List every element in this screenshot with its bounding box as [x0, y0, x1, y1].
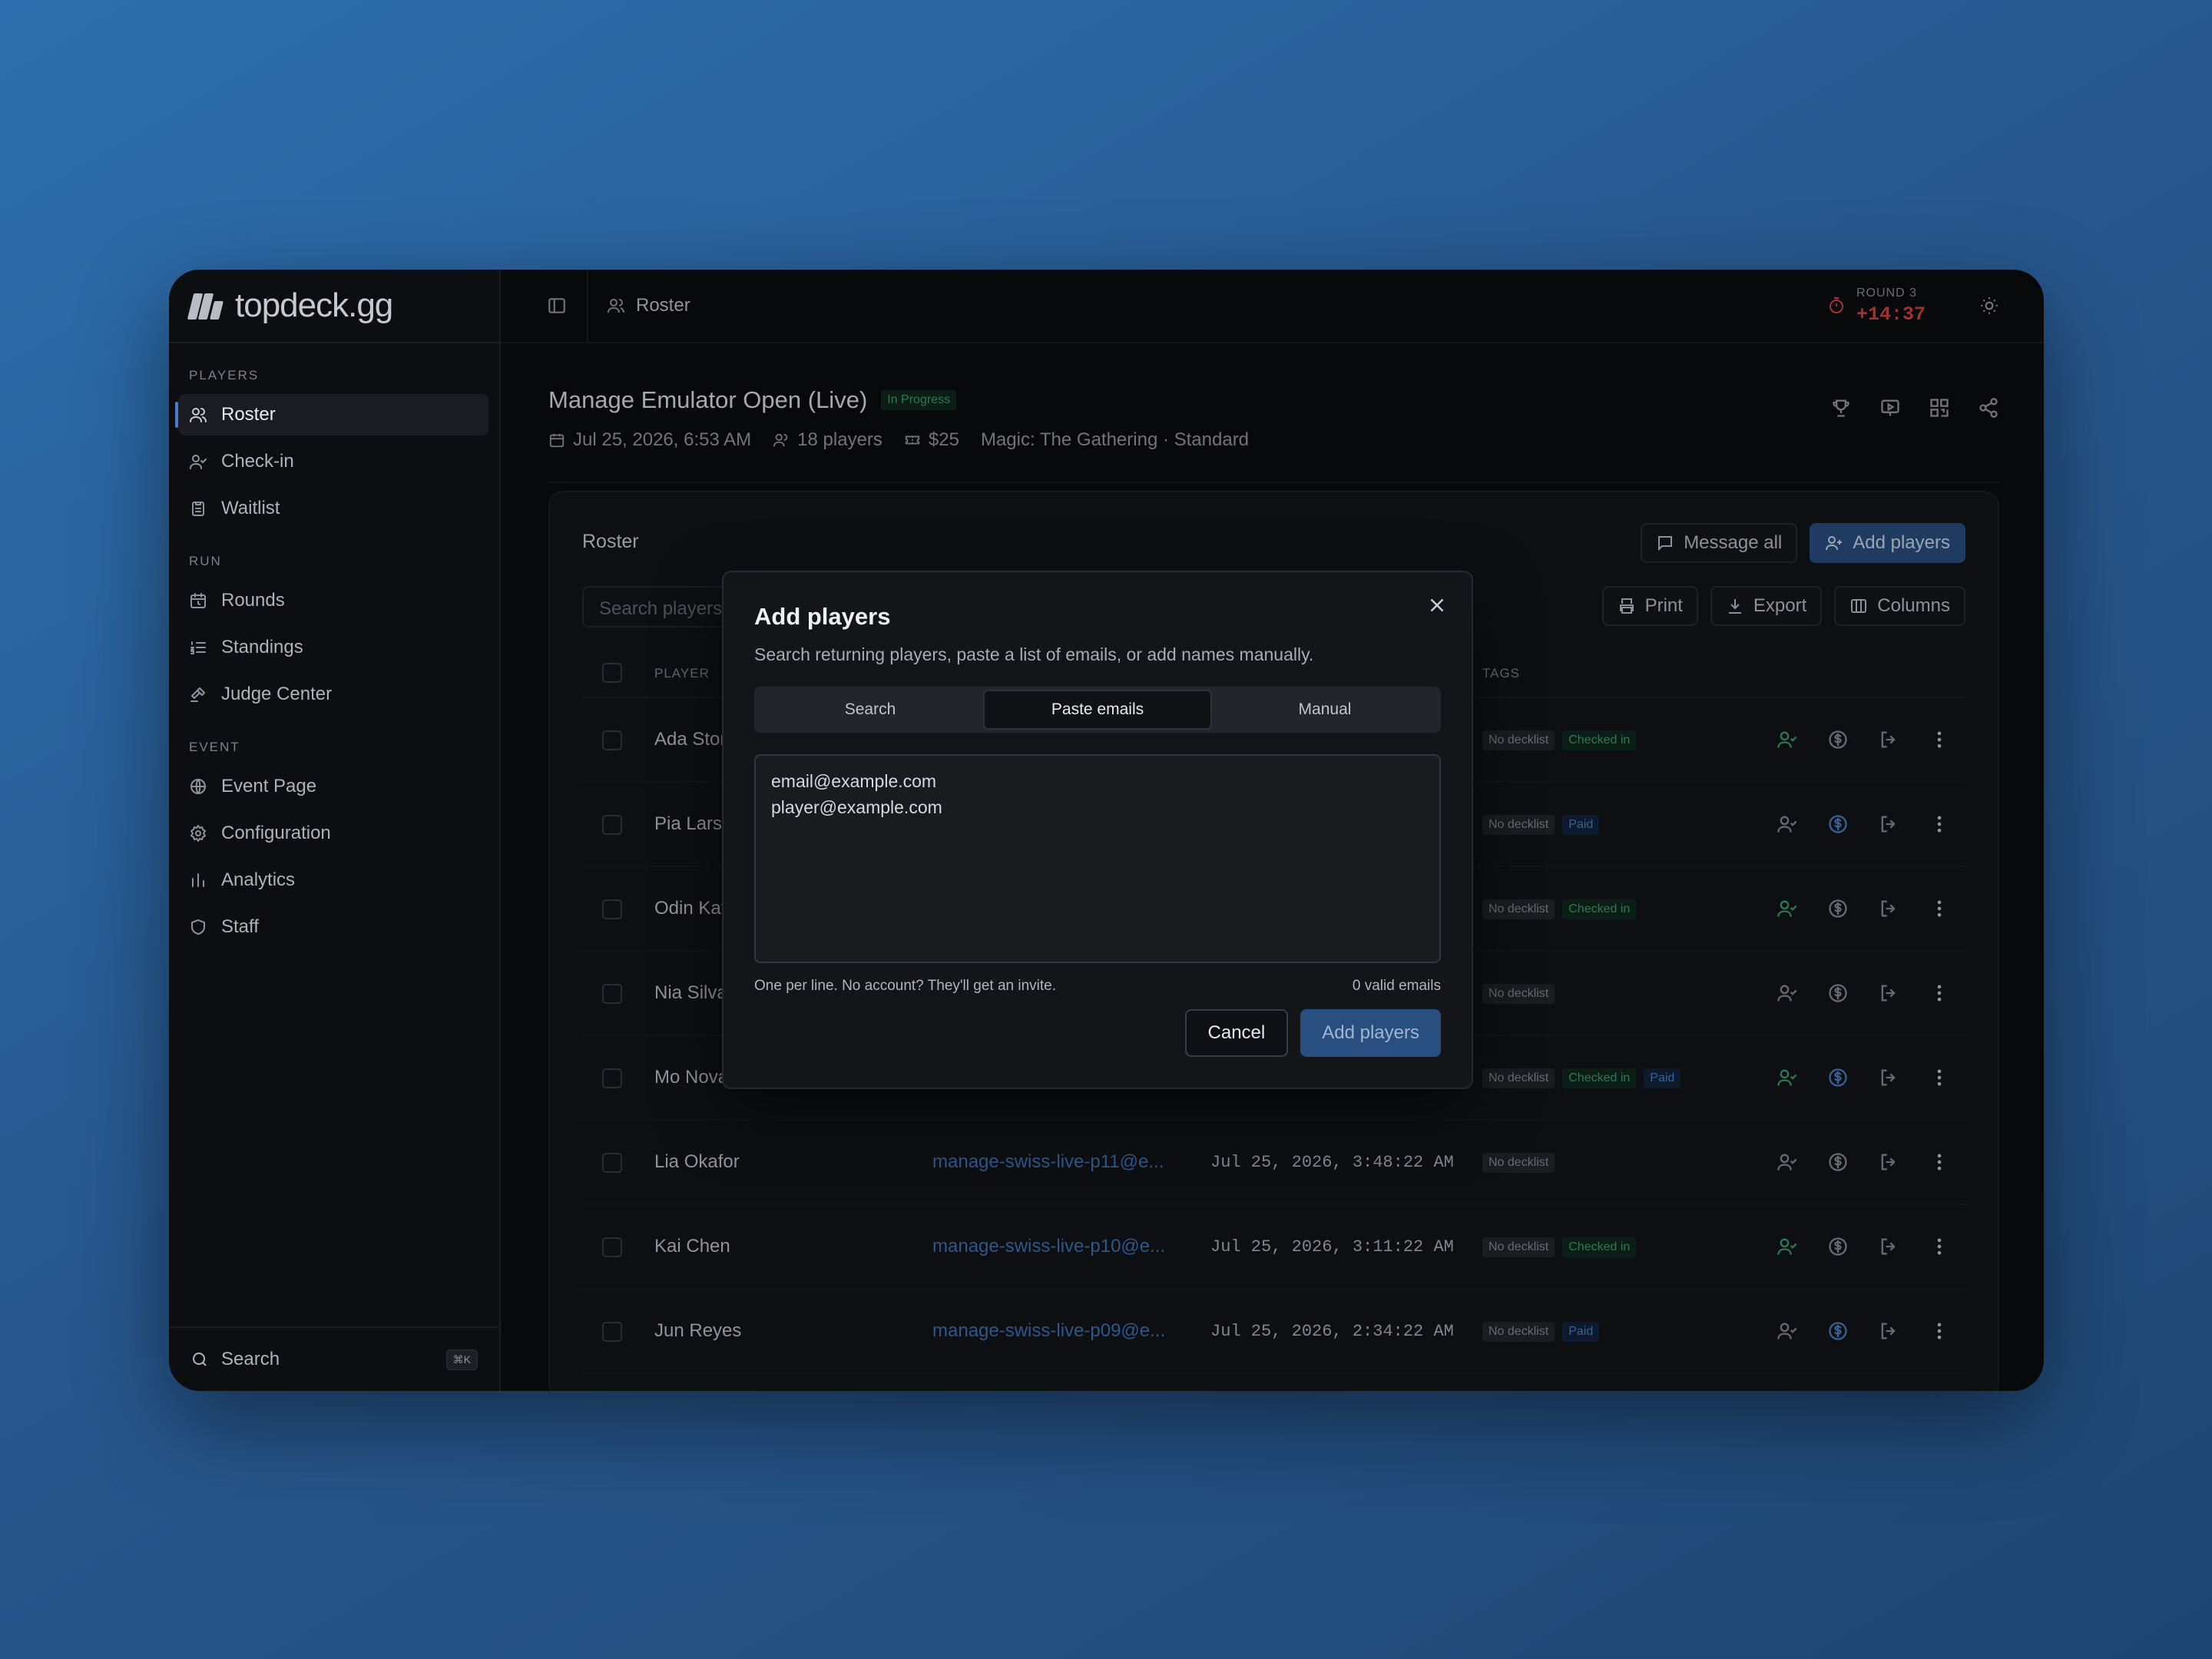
emails-textarea[interactable]: [754, 754, 1441, 963]
sidebar-item-label: Waitlist: [221, 498, 280, 518]
sidebar-item-roster[interactable]: Roster: [175, 394, 488, 435]
submit-add-players-button[interactable]: Add players: [1300, 1009, 1441, 1057]
sidebar-section-run: RUN: [189, 554, 222, 568]
sidebar-item-standings[interactable]: Standings: [178, 627, 488, 668]
sidebar-item-label: Configuration: [221, 823, 331, 843]
sidebar-item-label: Judge Center: [221, 684, 333, 704]
sidebar-item-analytics[interactable]: Analytics: [178, 859, 488, 901]
tab-search[interactable]: Search: [757, 690, 983, 730]
sidebar-nav: PLAYERS Roster Check-in Waitlist RUN Rounds St…: [169, 368, 499, 948]
shortcut-badge: ⌘K: [445, 1349, 478, 1370]
sidebar-search-label: Search: [221, 1349, 280, 1369]
sidebar-item-waitlist[interactable]: Waitlist: [178, 488, 488, 529]
sidebar-item-label: Roster: [221, 404, 276, 425]
sidebar: topdeck.gg PLAYERS Roster Check-in Waitlist…: [169, 270, 501, 1391]
logo-text: topdeck.gg: [235, 286, 393, 324]
users-icon: [190, 408, 207, 422]
logo[interactable]: topdeck.gg: [169, 270, 499, 343]
add-players-dialog: Add players Search returning players, pa…: [722, 571, 1473, 1089]
sidebar-item-check-in[interactable]: Check-in: [178, 441, 488, 482]
gavel-icon: [190, 687, 205, 702]
shield-icon: [191, 919, 205, 935]
cancel-button[interactable]: Cancel: [1184, 1009, 1289, 1057]
sidebar-search[interactable]: Search ⌘K: [169, 1326, 499, 1391]
list-ordered-icon: [190, 641, 206, 654]
sidebar-item-rounds[interactable]: Rounds: [178, 580, 488, 621]
dialog-title: Add players: [754, 603, 891, 630]
sidebar-section-players: PLAYERS: [189, 368, 260, 382]
tab-paste-emails[interactable]: Paste emails: [983, 690, 1212, 730]
dialog-tabs: Search Paste emails Manual: [754, 687, 1441, 733]
dialog-subtitle: Search returning players, paste a list o…: [754, 644, 1314, 664]
sidebar-item-label: Event Page: [221, 776, 317, 796]
sidebar-item-label: Rounds: [221, 590, 285, 611]
sidebar-item-label: Standings: [221, 637, 303, 657]
sidebar-item-label: Check-in: [221, 451, 294, 472]
sidebar-item-judge-center[interactable]: Judge Center: [178, 674, 488, 715]
sidebar-item-configuration[interactable]: Configuration: [178, 813, 488, 854]
globe-icon: [190, 779, 206, 794]
search-icon: [193, 1353, 207, 1366]
sidebar-item-event-page[interactable]: Event Page: [178, 766, 488, 807]
sidebar-item-label: Analytics: [221, 869, 296, 890]
sidebar-section-event: EVENT: [189, 740, 240, 754]
user-check-icon: [190, 455, 207, 469]
close-icon[interactable]: [1426, 594, 1449, 617]
dialog-hint: One per line. No account? They'll get an…: [754, 978, 1057, 994]
valid-email-count: 0 valid emails: [1352, 978, 1441, 994]
clipboard-icon: [192, 502, 204, 516]
logo-icon: [187, 290, 224, 321]
tab-manual[interactable]: Manual: [1212, 690, 1438, 730]
sidebar-item-label: Staff: [221, 916, 259, 937]
sidebar-item-staff[interactable]: Staff: [178, 906, 488, 948]
calendar-clock-icon: [190, 593, 206, 608]
bar-chart-icon: [192, 873, 204, 887]
gear-icon: [190, 825, 206, 842]
